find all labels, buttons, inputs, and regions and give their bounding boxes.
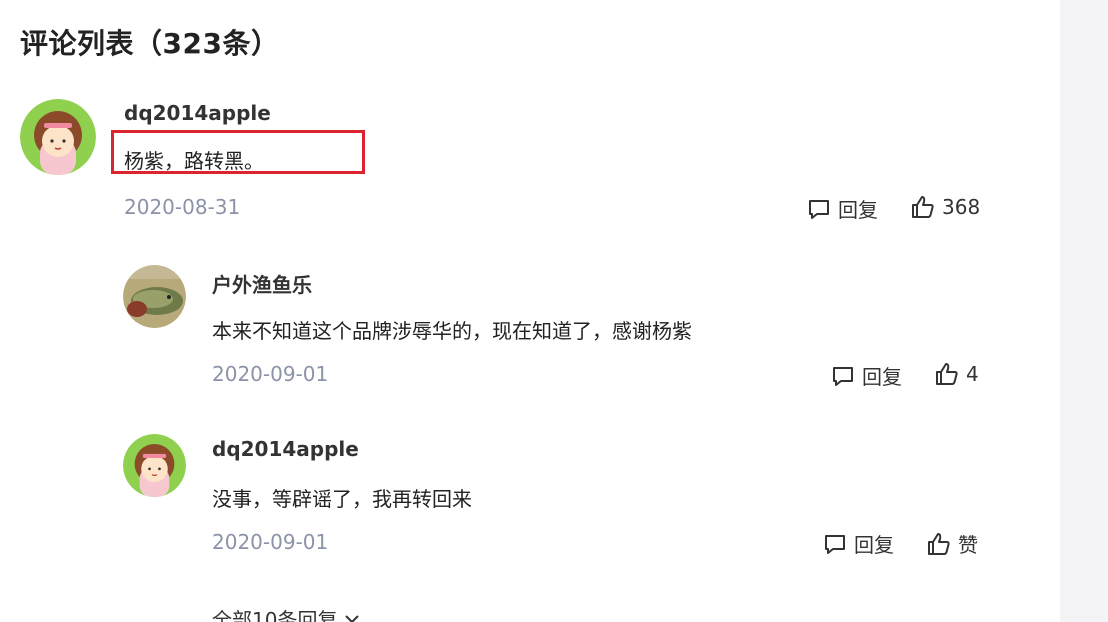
highlight-box [111,130,365,174]
reply-date: 2020-09-01 [212,530,329,554]
like-button[interactable]: 赞 [926,529,978,558]
page-title: 评论列表（323条） [20,27,280,60]
show-all-replies-label: 全部10条回复 [212,608,338,622]
thumbs-up-icon [928,532,950,555]
reply-username[interactable]: 户外渔鱼乐 [212,269,312,298]
fish-photo-avatar-icon [123,265,186,328]
reply-text: 没事，等辟谣了，我再转回来 [212,487,472,511]
like-count: 368 [942,195,981,219]
comment-panel: 评论列表（323条） dq2014apple 杨紫，路转黑。 2020-08-3… [0,0,1060,622]
comment-date: 2020-08-31 [124,195,241,219]
thumbs-up-icon [936,363,958,385]
comment-bubble-icon [833,366,853,386]
show-all-replies-button[interactable]: 全部10条回复 [212,604,361,622]
like-count: 4 [966,362,979,386]
reply-username[interactable]: dq2014apple [212,437,359,461]
comment-username[interactable]: dq2014apple [124,101,271,125]
like-label: 赞 [958,533,978,557]
like-button[interactable]: 368 [910,194,980,220]
comment-bubble-icon [809,199,829,219]
comment-bubble-icon [825,534,845,554]
reply-button[interactable]: 回复 [830,361,902,390]
reply-button[interactable]: 回复 [822,529,894,558]
avatar[interactable] [123,434,186,497]
thumbs-up-icon [912,196,934,218]
avatar[interactable] [20,99,96,175]
chevron-down-icon [345,614,360,622]
avatar[interactable] [123,265,186,328]
cartoon-girl-avatar-icon [20,99,96,175]
like-button[interactable]: 4 [934,361,979,387]
reply-date: 2020-09-01 [212,362,329,386]
reply-text: 本来不知道这个品牌涉辱华的，现在知道了，感谢杨紫 [212,319,692,343]
reply-button[interactable]: 回复 [806,194,878,223]
cartoon-girl-avatar-icon [123,434,186,497]
reply-label: 回复 [838,198,878,222]
reply-label: 回复 [862,365,902,389]
reply-label: 回复 [854,533,894,557]
